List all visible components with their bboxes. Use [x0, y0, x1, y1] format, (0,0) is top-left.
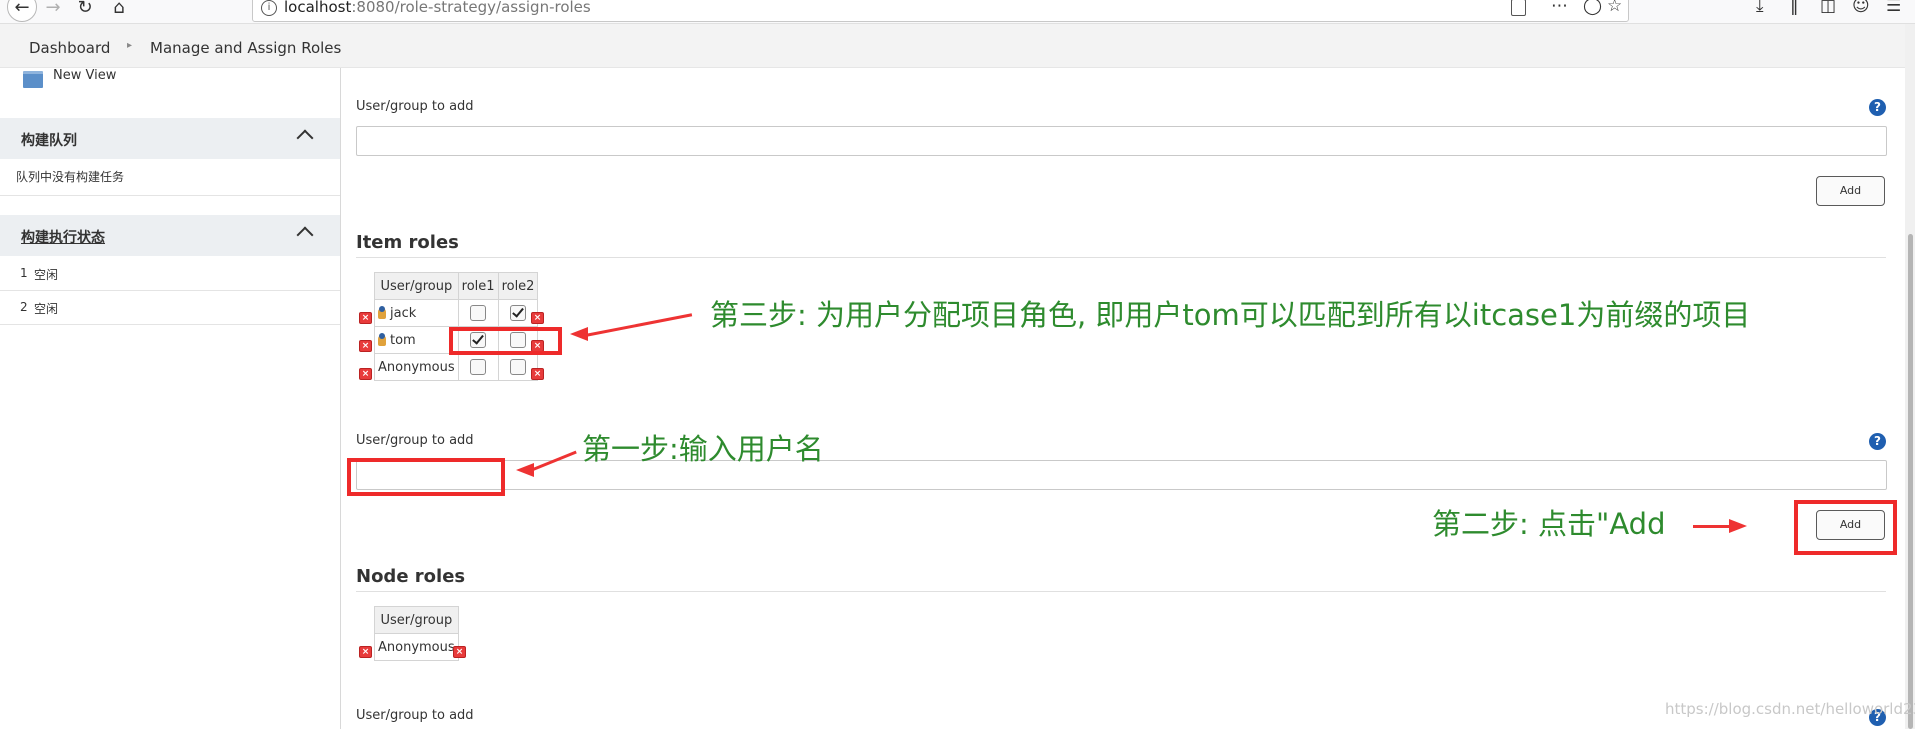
remove-row-icon[interactable]: ×: [531, 368, 544, 380]
collapse-chevron-icon[interactable]: [296, 226, 314, 244]
more-actions-icon[interactable]: ⋯: [1551, 0, 1568, 16]
role2-checkbox[interactable]: [510, 359, 527, 375]
highlight-box-add-button: [1794, 500, 1897, 555]
help-icon[interactable]: ?: [1869, 99, 1886, 116]
table-header-row: User/group role1 role2: [374, 272, 539, 300]
table-row: Anonymous: [374, 633, 459, 661]
role1-checkbox[interactable]: [470, 305, 487, 321]
role1-checkbox[interactable]: [470, 359, 487, 375]
column-header: User/group: [374, 606, 459, 634]
menu-icon[interactable]: ☰: [1886, 0, 1901, 16]
home-icon[interactable]: ⌂: [106, 0, 132, 20]
role1-cell: [457, 353, 499, 381]
watermark: https://blog.csdn.net/helloworld23: [1665, 700, 1915, 718]
user-cell: tom: [374, 326, 459, 354]
remove-row-icon[interactable]: ×: [359, 340, 372, 352]
executor-row: 1 空闲: [0, 257, 340, 291]
bookmark-star-icon[interactable]: ☆: [1607, 0, 1622, 16]
pocket-icon[interactable]: ◯: [1583, 0, 1602, 16]
add-button[interactable]: Add: [1816, 176, 1885, 206]
user-cell: Anonymous: [374, 633, 459, 661]
library-icon[interactable]: ‖: [1790, 0, 1799, 16]
column-header: User/group: [374, 272, 459, 300]
highlight-box-tom-role1: [449, 327, 562, 355]
node-roles-table: User/group Anonymous: [374, 606, 459, 661]
column-header: role2: [497, 272, 539, 300]
executor-number: 2: [20, 300, 28, 314]
breadcrumb-separator-icon: ▸: [127, 40, 133, 51]
remove-row-icon[interactable]: ×: [359, 312, 372, 324]
item-roles-title: Item roles: [356, 232, 459, 253]
main-content: User/group to add ? Add Item roles User/…: [341, 68, 1901, 729]
annotation-arrowhead: [570, 327, 588, 341]
role2-checkbox[interactable]: [510, 305, 527, 321]
forward-arrow-icon[interactable]: →: [40, 0, 66, 20]
executor-status: 空闲: [34, 268, 59, 282]
column-header: role1: [457, 272, 499, 300]
user-name: Anonymous: [378, 359, 455, 375]
step3-annotation: 第三步: 为用户分配项目角色, 即用户tom可以匹配到所有以itcase1为前缀…: [710, 298, 1751, 332]
new-view-link[interactable]: New View: [53, 68, 116, 83]
annotation-arrow: [1693, 525, 1731, 528]
site-info-icon[interactable]: i: [261, 0, 277, 16]
step1-annotation: 第一步:输入用户名: [582, 432, 824, 466]
node-roles-title: Node roles: [356, 566, 466, 587]
highlight-box-input: [347, 458, 505, 496]
annotation-arrowhead: [1729, 519, 1747, 533]
browser-toolbar: ← → ↻ ⌂ i localhost:8080/role-strategy/a…: [0, 0, 1915, 24]
build-queue-header: 构建队列: [0, 118, 340, 159]
reader-view-icon[interactable]: [1511, 0, 1526, 16]
annotation-arrowhead: [516, 463, 534, 477]
sidebar: New View 构建队列 队列中没有构建任务 构建执行状态 1 空闲 2 空闲: [0, 68, 341, 729]
user-icon: [378, 305, 386, 319]
build-queue-empty-text: 队列中没有构建任务: [16, 170, 125, 184]
build-queue-empty: 队列中没有构建任务: [0, 159, 340, 196]
help-icon[interactable]: ?: [1869, 433, 1886, 450]
executors-title[interactable]: 构建执行状态: [21, 227, 105, 247]
executors-header: 构建执行状态: [0, 215, 340, 256]
user-cell: Anonymous: [374, 353, 459, 381]
user-group-add-label: User/group to add: [356, 99, 474, 114]
folder-icon: [23, 71, 43, 88]
user-name: tom: [390, 332, 416, 348]
user-group-input[interactable]: [356, 126, 1887, 156]
sidebar-toggle-icon[interactable]: ◫: [1820, 0, 1836, 16]
executor-row: 2 空闲: [0, 291, 340, 325]
table-row: jack: [374, 299, 539, 327]
url-text: localhost:8080/role-strategy/assign-role…: [284, 0, 591, 16]
user-group-add-label: User/group to add: [356, 708, 474, 723]
account-icon[interactable]: ☺: [1852, 0, 1870, 16]
url-bar[interactable]: i localhost:8080/role-strategy/assign-ro…: [252, 0, 1629, 22]
section-divider: [356, 591, 1886, 592]
back-arrow-icon[interactable]: ←: [7, 0, 37, 22]
step2-annotation: 第二步: 点击"Add: [1432, 507, 1666, 541]
user-group-add-label: User/group to add: [356, 433, 474, 448]
executor-status: 空闲: [34, 302, 59, 316]
user-icon: [378, 332, 386, 346]
user-cell: jack: [374, 299, 459, 327]
remove-row-icon[interactable]: ×: [453, 646, 466, 658]
executor-number: 1: [20, 266, 28, 280]
breadcrumb-current[interactable]: Manage and Assign Roles: [150, 39, 341, 57]
reload-icon[interactable]: ↻: [72, 0, 98, 20]
table-header-row: User/group: [374, 606, 459, 634]
breadcrumb: Dashboard ▸ Manage and Assign Roles: [0, 24, 1910, 68]
table-row: Anonymous: [374, 353, 539, 381]
remove-row-icon[interactable]: ×: [359, 646, 372, 658]
page-scrollbar[interactable]: [1905, 24, 1915, 729]
scrollbar-thumb[interactable]: [1908, 234, 1913, 729]
downloads-icon[interactable]: ⤓: [1756, 0, 1764, 16]
remove-row-icon[interactable]: ×: [531, 312, 544, 324]
role1-cell: [457, 299, 499, 327]
section-divider: [356, 257, 1886, 258]
collapse-chevron-icon[interactable]: [296, 129, 314, 147]
user-name: jack: [390, 305, 417, 321]
breadcrumb-dashboard[interactable]: Dashboard: [29, 39, 110, 57]
build-queue-title: 构建队列: [21, 133, 77, 149]
remove-row-icon[interactable]: ×: [359, 368, 372, 380]
